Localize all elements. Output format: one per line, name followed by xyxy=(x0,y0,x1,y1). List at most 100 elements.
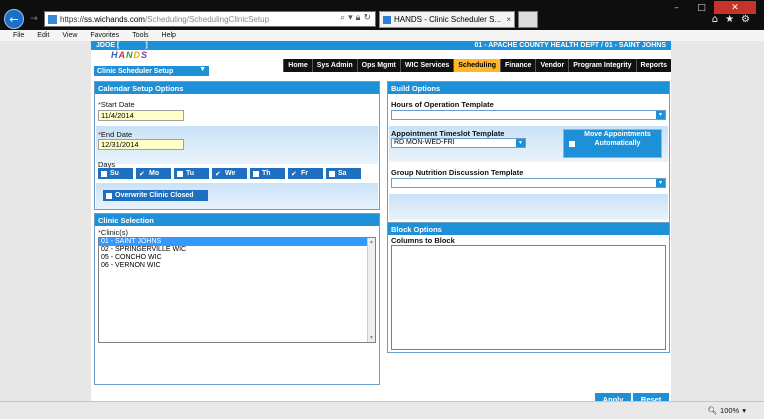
timeslot-template-select[interactable]: RD MON-WED-FRI ▼ xyxy=(391,138,526,148)
day-mo[interactable]: ✔ Mo xyxy=(136,168,171,179)
list-item[interactable]: 02 - SPRINGERVILLE WIC xyxy=(99,246,375,254)
tab-program-integrity[interactable]: Program Integrity xyxy=(568,59,635,72)
move-appointments-toggle[interactable]: Move Appointments Automatically xyxy=(563,129,662,158)
block-panel-title: Block Options xyxy=(388,223,669,235)
menu-favorites[interactable]: Favorites xyxy=(90,32,119,39)
forward-button[interactable]: → xyxy=(27,12,41,26)
maximize-button[interactable]: □ xyxy=(689,1,714,14)
clinic-panel-title: Clinic Selection xyxy=(95,214,379,226)
status-bar: 🔍︎ 100% ▾ xyxy=(0,401,764,419)
hours-template-select[interactable]: ▼ xyxy=(391,110,666,120)
tab-sys-admin[interactable]: Sys Admin xyxy=(311,59,357,72)
tab-finance[interactable]: Finance xyxy=(500,59,535,72)
tab-home[interactable]: Home xyxy=(283,59,311,72)
tab-reports[interactable]: Reports xyxy=(635,59,671,72)
days-group: Su ✔ Mo Tu ✔ We Th ✔ Fr Sa xyxy=(98,168,361,179)
address-protocol: https:// xyxy=(60,14,85,24)
checkbox-icon xyxy=(329,170,335,177)
tab-scheduling[interactable]: Scheduling xyxy=(453,59,500,72)
hours-label: Hours of Operation Template xyxy=(391,100,494,109)
tab-vendor[interactable]: Vendor xyxy=(535,59,568,72)
window-controls: – □ ✕ xyxy=(664,1,756,14)
day-su[interactable]: Su xyxy=(98,168,133,179)
refresh-icon[interactable]: ↻ xyxy=(363,13,371,23)
list-item[interactable]: 06 - VERNON WIC xyxy=(99,262,375,270)
group-nutrition-select[interactable]: ▼ xyxy=(391,178,666,188)
checkbox-icon xyxy=(177,170,183,177)
address-domain: ss.wichands.com xyxy=(84,14,145,24)
star-icon[interactable]: ★ xyxy=(725,14,734,25)
home-icon[interactable]: ⌂ xyxy=(712,14,718,25)
arrow-right-icon: → xyxy=(30,14,38,24)
menu-file[interactable]: File xyxy=(13,32,24,39)
close-tab-icon[interactable]: × xyxy=(506,15,511,24)
chevron-down-icon: ▼ xyxy=(656,111,665,119)
tab-wic-services[interactable]: WIC Services xyxy=(399,59,453,72)
browser-toolbar-icons: ⌂ ★ ⚙ xyxy=(712,14,750,25)
day-fr[interactable]: ✔ Fr xyxy=(288,168,323,179)
app-header: JDOE [] 01 - APACHE COUNTY HEALTH DEPT /… xyxy=(91,41,671,50)
chevron-down-icon: ▼ xyxy=(199,66,206,73)
checkbox-icon xyxy=(253,170,259,177)
module-select[interactable]: Clinic Scheduler Setup ▼ xyxy=(94,66,209,76)
reset-button[interactable]: Reset xyxy=(633,393,669,401)
search-icon[interactable]: ⌕ xyxy=(340,13,345,23)
new-tab-button[interactable] xyxy=(518,11,538,28)
menu-bar: File Edit View Favorites Tools Help xyxy=(0,30,764,41)
build-bottom-band xyxy=(389,194,668,220)
clinic-listbox[interactable]: 01 - SAINT JOHNS 02 - SPRINGERVILLE WIC … xyxy=(98,237,376,343)
chevron-down-icon: ▼ xyxy=(516,139,525,147)
day-th[interactable]: Th xyxy=(250,168,285,179)
page-viewport: JDOE [] 01 - APACHE COUNTY HEALTH DEPT /… xyxy=(0,41,764,401)
main-nav: Home Sys Admin Ops Mgmt WIC Services Sch… xyxy=(283,59,671,72)
chevron-down-icon[interactable]: ▾ xyxy=(348,13,353,23)
apply-button[interactable]: Apply xyxy=(595,393,631,401)
gear-icon[interactable]: ⚙ xyxy=(741,14,750,25)
close-window-button[interactable]: ✕ xyxy=(714,1,756,14)
tab-title: HANDS - Clinic Scheduler S... xyxy=(394,15,502,24)
start-date-input[interactable]: 11/4/2014 xyxy=(98,110,184,121)
scroll-up-icon[interactable]: ▲ xyxy=(368,238,375,246)
end-date-input[interactable]: 12/31/2014 xyxy=(98,139,184,150)
list-item[interactable]: 01 - SAINT JOHNS xyxy=(99,238,375,246)
back-button[interactable]: ← xyxy=(4,9,24,29)
address-bar[interactable]: https:// ss.wichands.com /Scheduling/Sch… xyxy=(44,11,376,27)
checkbox-icon xyxy=(569,141,575,147)
build-panel-title: Build Options xyxy=(388,82,669,94)
columns-to-block-label: Columns to Block xyxy=(391,236,455,245)
location-info: 01 - APACHE COUNTY HEALTH DEPT / 01 - SA… xyxy=(474,42,667,49)
browser-tab[interactable]: HANDS - Clinic Scheduler S... × xyxy=(379,11,515,28)
scrollbar[interactable]: ▲ ▼ xyxy=(367,238,375,342)
app-content: JDOE [] 01 - APACHE COUNTY HEALTH DEPT /… xyxy=(91,41,671,401)
clinics-label: *Clinic(s) xyxy=(98,228,129,237)
user-info: JDOE [] xyxy=(96,42,148,49)
scroll-down-icon[interactable]: ▼ xyxy=(368,334,375,342)
checkmark-icon: ✔ xyxy=(139,169,145,178)
minimize-button[interactable]: – xyxy=(664,1,689,14)
end-date-label: *End Date xyxy=(98,130,133,139)
calendar-setup-panel: Calendar Setup Options *Start Date 11/4/… xyxy=(94,81,380,210)
start-date-label: *Start Date xyxy=(98,100,135,109)
zoom-control[interactable]: 🔍︎ 100% ▾ xyxy=(708,406,746,415)
day-tu[interactable]: Tu xyxy=(174,168,209,179)
columns-to-block-list[interactable] xyxy=(391,245,666,350)
day-sa[interactable]: Sa xyxy=(326,168,361,179)
chevron-down-icon: ▼ xyxy=(656,179,665,187)
clinic-selection-panel: Clinic Selection *Clinic(s) 01 - SAINT J… xyxy=(94,213,380,385)
tab-ops-mgmt[interactable]: Ops Mgmt xyxy=(356,59,400,72)
logo-strip: H A N D S Home Sys Admin Ops Mgmt WIC Se… xyxy=(91,50,671,72)
menu-view[interactable]: View xyxy=(62,32,77,39)
page-icon xyxy=(48,14,57,24)
address-path: /Scheduling/SchedulingClinicSetup xyxy=(144,14,270,24)
lock-icon[interactable]: 🔒︎ xyxy=(356,13,361,23)
menu-help[interactable]: Help xyxy=(162,32,176,39)
list-item[interactable]: 05 - CONCHO WIC xyxy=(99,254,375,262)
chevron-down-icon: ▾ xyxy=(742,406,746,415)
checkmark-icon: ✔ xyxy=(291,169,297,178)
favicon-icon xyxy=(383,15,391,24)
overwrite-clinic-closed[interactable]: Overwrite Clinic Closed xyxy=(103,190,208,201)
address-tools: ⌕ ▾ 🔒︎ ↻ xyxy=(340,13,371,23)
menu-tools[interactable]: Tools xyxy=(132,32,148,39)
menu-edit[interactable]: Edit xyxy=(37,32,49,39)
day-we[interactable]: ✔ We xyxy=(212,168,247,179)
